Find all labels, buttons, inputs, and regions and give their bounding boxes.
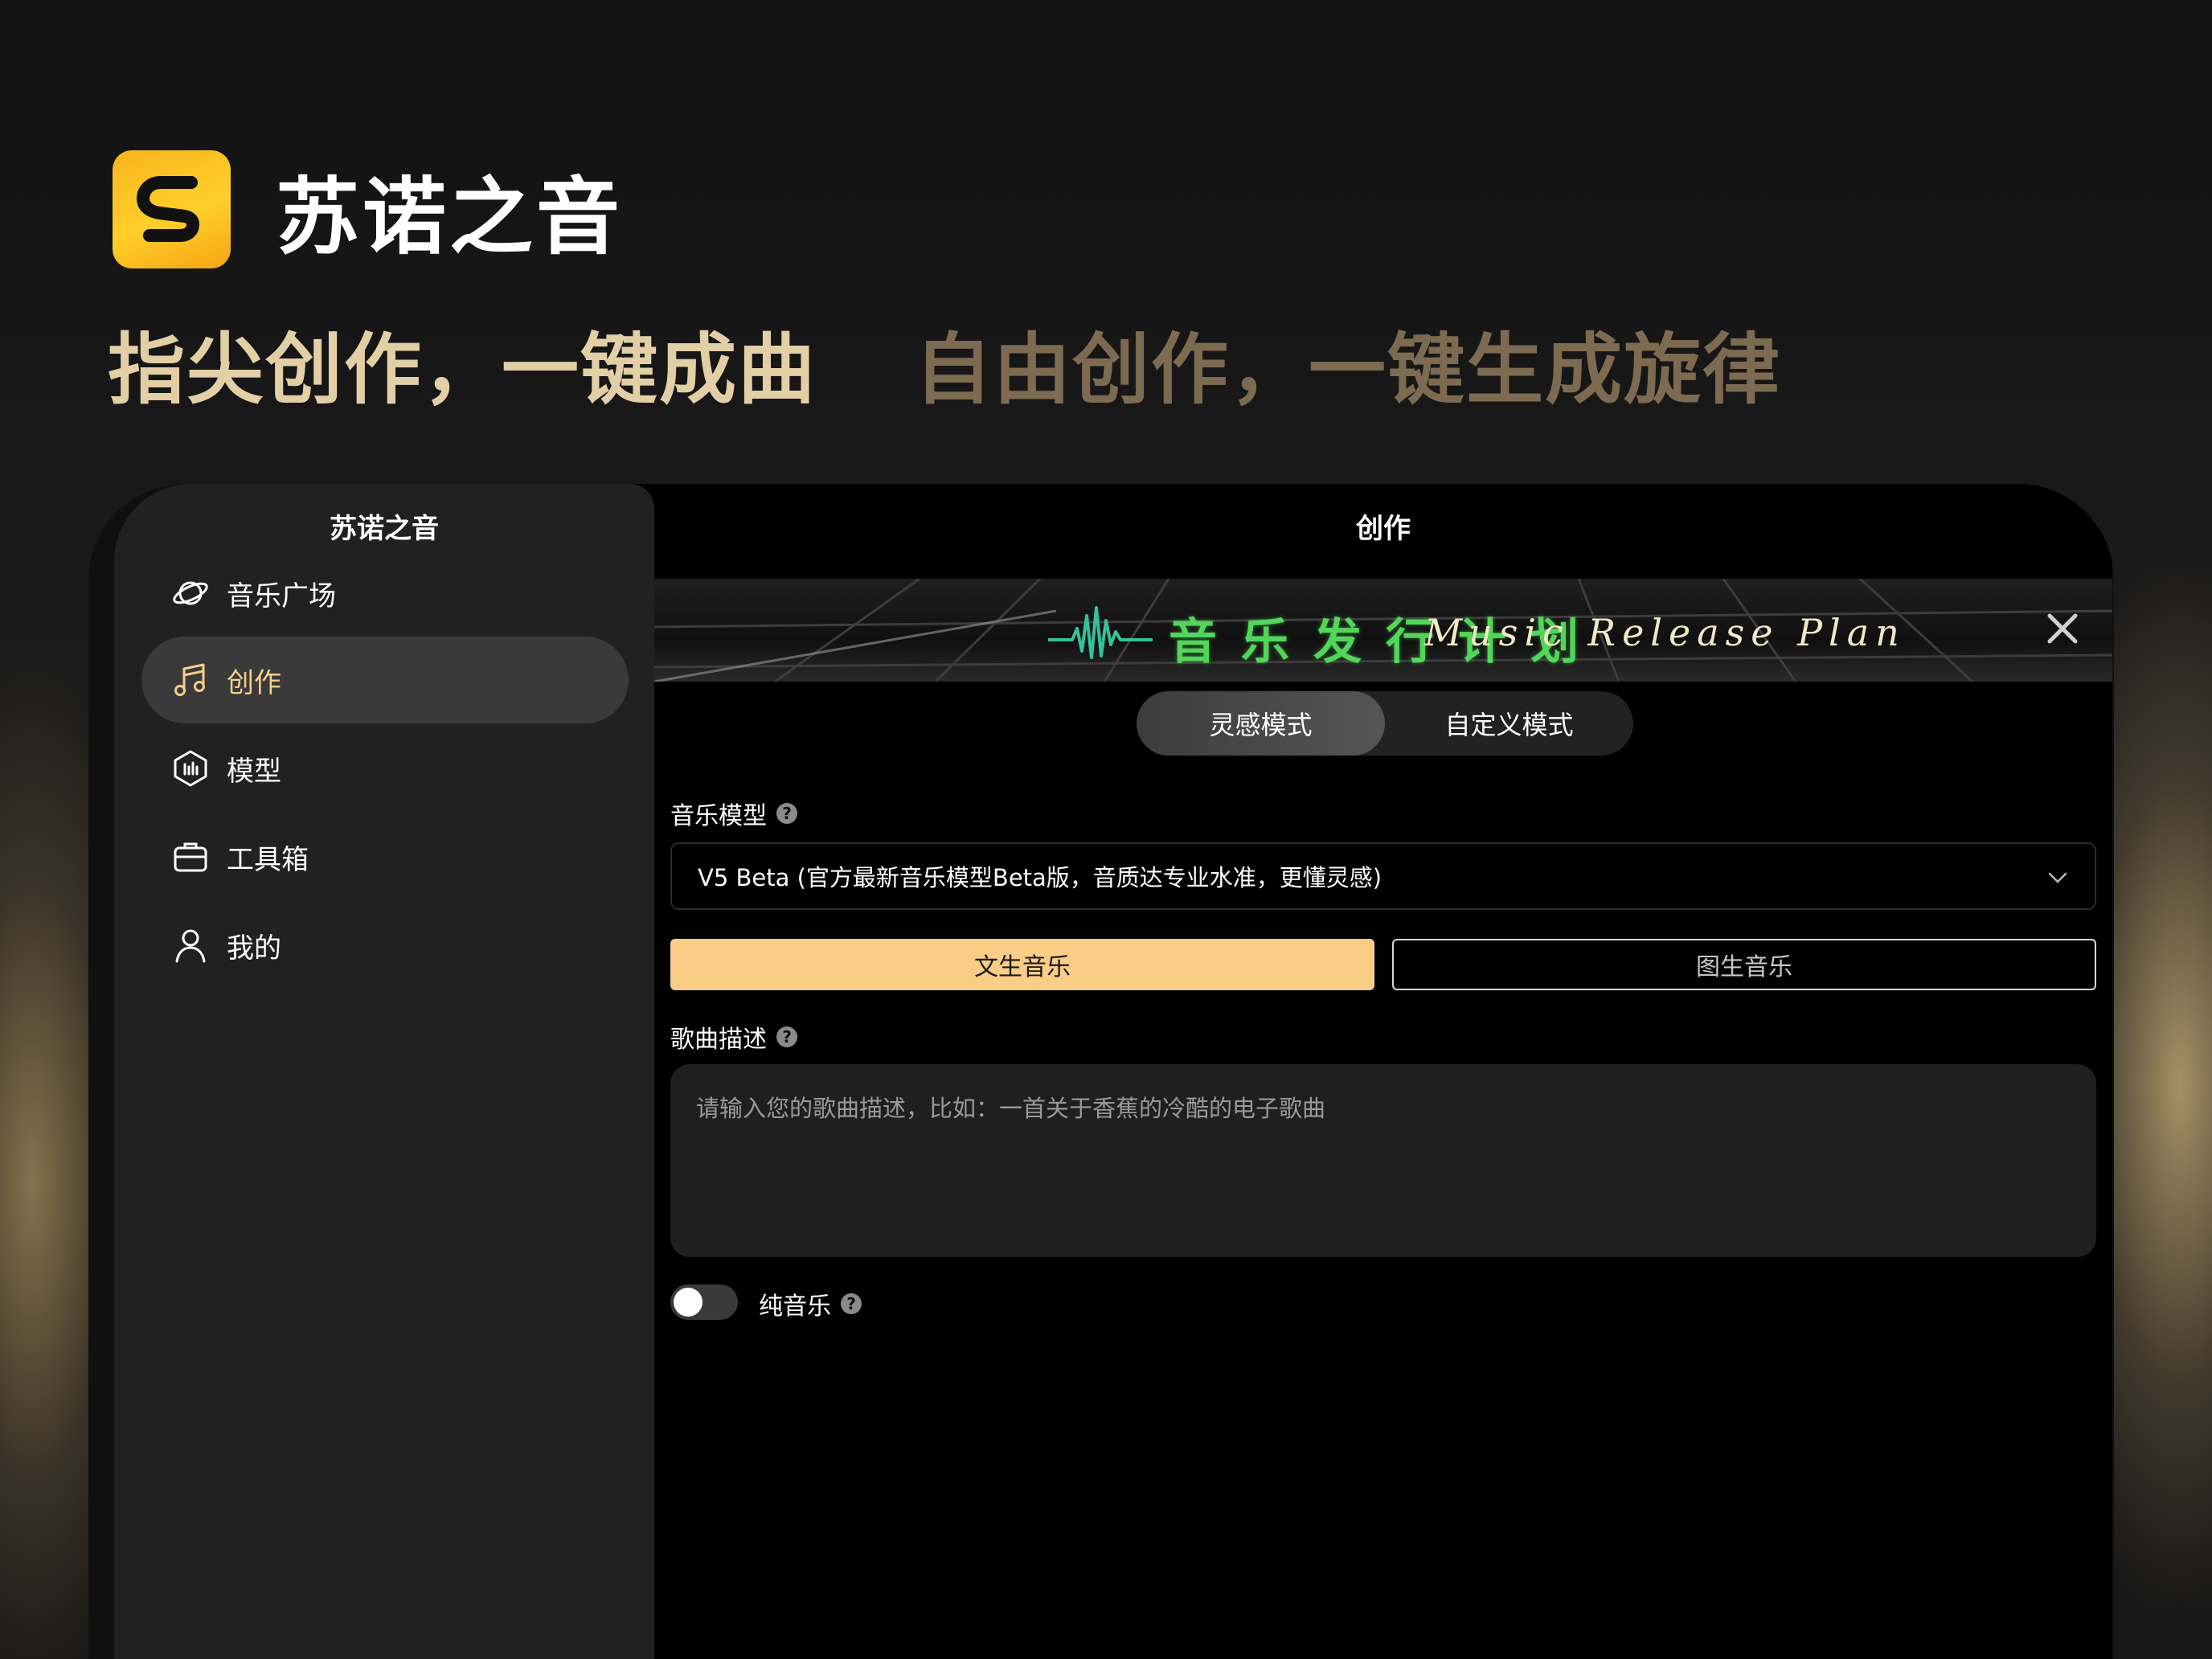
help-icon[interactable]: ? — [776, 1026, 797, 1047]
sidebar-item-label: 音乐广场 — [227, 580, 336, 612]
create-panel: 创作 音乐发行计划 Music Release Plan 灵感模式 自定义模式 … — [654, 484, 2112, 1659]
sidebar-item-music-square[interactable]: 音乐广场 — [141, 550, 629, 637]
description-field-label-text: 歌曲描述 — [670, 1026, 767, 1054]
app-logo — [113, 150, 231, 268]
instrumental-toggle[interactable] — [670, 1284, 738, 1320]
release-plan-banner[interactable]: 音乐发行计划 Music Release Plan — [654, 579, 2112, 682]
promo-stage: 苏诺之音 指尖创作，一键成曲 自由创作，一键生成旋律 苏诺之音 音乐广场 创作 — [0, 0, 2212, 1659]
song-description-placeholder: 请输入您的歌曲描述，比如：一首关于香蕉的冷酷的电子歌曲 — [696, 1095, 1326, 1122]
image-to-music-button[interactable]: 图生音乐 — [1392, 939, 2096, 990]
model-field-label: 音乐模型 ? — [670, 796, 797, 831]
tab-custom-mode[interactable]: 自定义模式 — [1385, 691, 1633, 756]
sidebar-item-create[interactable]: 创作 — [141, 637, 629, 723]
brand-header: 苏诺之音 — [113, 149, 623, 270]
user-icon — [170, 925, 211, 965]
sidebar-title: 苏诺之音 — [330, 513, 439, 545]
music-note-icon — [170, 660, 211, 700]
help-icon[interactable]: ? — [841, 1293, 862, 1314]
model-select[interactable]: V5 Beta (官方最新音乐模型Beta版，音质达专业水准，更懂灵感) — [670, 842, 2096, 910]
sidebar-item-toolbox[interactable]: 工具箱 — [141, 813, 629, 900]
waveform-icon — [1048, 606, 1153, 659]
mode-switch: 灵感模式 自定义模式 — [1137, 691, 1633, 756]
app-screen: 苏诺之音 音乐广场 创作 模型 工具箱 我的 创作 音乐发行计划 Music R… — [114, 484, 2112, 1659]
model-select-value: V5 Beta (官方最新音乐模型Beta版，音质达专业水准，更懂灵感) — [698, 864, 1382, 891]
instrumental-label-text: 纯音乐 — [759, 1292, 831, 1321]
sidebar-item-profile[interactable]: 我的 — [141, 902, 629, 989]
toolbox-icon — [170, 837, 211, 877]
close-icon[interactable] — [2045, 611, 2080, 646]
s-logo-icon — [136, 175, 199, 242]
song-description-input[interactable]: 请输入您的歌曲描述，比如：一首关于香蕉的冷酷的电子歌曲 — [670, 1064, 2096, 1257]
sidebar-item-label: 我的 — [227, 932, 281, 965]
banner-title-en: Music Release Plan — [1424, 611, 1906, 654]
page-title: 创作 — [1356, 513, 1411, 545]
text-to-music-button[interactable]: 文生音乐 — [670, 939, 1374, 990]
sidebar-item-label: 创作 — [227, 666, 281, 699]
chevron-down-icon — [2048, 872, 2067, 883]
sidebar-item-model[interactable]: 模型 — [141, 725, 629, 812]
slogan-primary: 指尖创作，一键成曲 — [108, 325, 817, 415]
tab-inspiration-mode[interactable]: 灵感模式 — [1137, 691, 1385, 756]
description-field-label: 歌曲描述 ? — [670, 1019, 797, 1055]
brand-name: 苏诺之音 — [276, 168, 624, 266]
model-field-label-text: 音乐模型 — [670, 802, 767, 830]
model-hexagon-icon — [170, 748, 211, 789]
instrumental-label: 纯音乐 ? — [759, 1286, 862, 1321]
sidebar-item-label: 工具箱 — [227, 843, 309, 876]
slogan-secondary: 自由创作，一键生成旋律 — [915, 325, 1781, 415]
help-icon[interactable]: ? — [776, 803, 797, 824]
toggle-knob — [674, 1288, 703, 1317]
sidebar-item-label: 模型 — [227, 755, 281, 788]
sidebar: 苏诺之音 音乐广场 创作 模型 工具箱 我的 — [114, 484, 654, 1659]
planet-icon — [170, 573, 211, 613]
tablet-frame: 苏诺之音 音乐广场 创作 模型 工具箱 我的 创作 音乐发行计划 Music R… — [88, 484, 2114, 1659]
